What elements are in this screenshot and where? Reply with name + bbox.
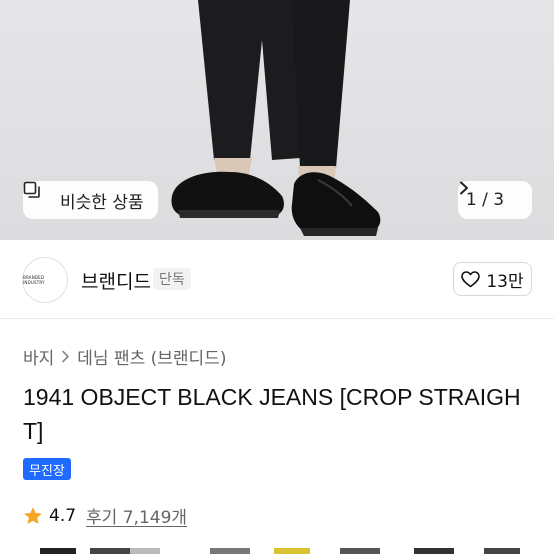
breadcrumb-item-subcategory[interactable]: 데님 팬츠 (브랜디드) [77,344,226,369]
chevron-right-icon [460,181,524,207]
rating-score: 4.7 [49,505,77,526]
heart-icon [461,270,481,288]
brand-row: BRANDED INDUSTRY 브랜디드 단독 13만 [0,240,554,318]
star-icon [23,506,43,526]
like-count: 13만 [486,271,524,292]
exclusive-badge: 단독 [153,268,191,290]
brand-logo-text: BRANDED INDUSTRY [23,275,45,285]
chevron-right-icon [61,350,70,363]
product-title: 1941 OBJECT BLACK JEANS [CROP STRAIGHT] [23,384,521,444]
brand-logo[interactable]: BRANDED INDUSTRY [22,257,68,303]
brand-name[interactable]: 브랜디드 [81,267,151,294]
similar-products-label: 비슷한 상품 [60,192,144,213]
similar-products-icon [23,181,53,209]
divider [0,318,554,319]
image-pager[interactable]: 1 / 3 [458,181,532,219]
pager-text: 1 / 3 [465,190,505,210]
rating-row: 4.7 후기 7,149개 [23,503,187,528]
breadcrumb-item-category[interactable]: 바지 [23,344,54,369]
shipping-badge: 무진장 [23,458,71,480]
like-button[interactable]: 13만 [453,262,532,296]
thumbnail-strip [0,548,554,554]
similar-products-button[interactable]: 비슷한 상품 [23,181,158,219]
product-image[interactable]: 비슷한 상품 1 / 3 [0,0,554,240]
reviews-link[interactable]: 후기 7,149개 [86,503,187,528]
breadcrumb: 바지 데님 팬츠 (브랜디드) [23,344,226,369]
